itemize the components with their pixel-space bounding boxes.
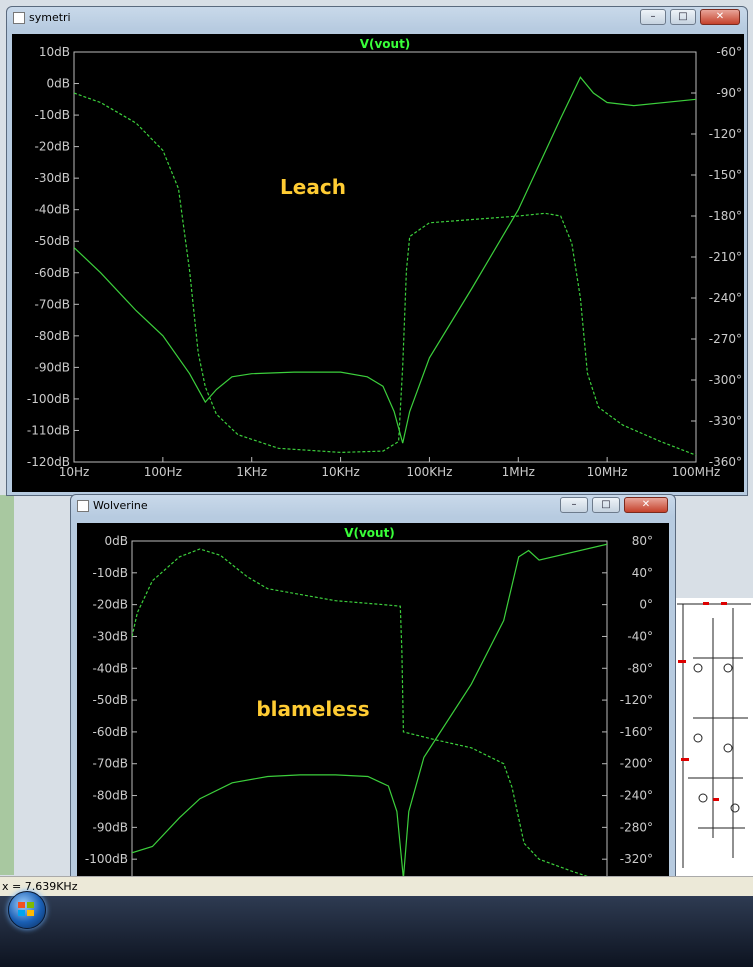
y-right-tick-label: -240° xyxy=(620,789,653,803)
y-right-tick-label: -270° xyxy=(709,332,742,346)
x-tick-label: 100Hz xyxy=(144,465,182,479)
y-right-tick-label: -120° xyxy=(709,127,742,141)
y-left-tick-label: 0dB xyxy=(105,534,128,548)
desktop-strip xyxy=(0,495,14,875)
maximize-button[interactable]: □ xyxy=(670,9,696,25)
y-right-tick-label: -80° xyxy=(627,661,653,675)
plot-frame xyxy=(73,51,697,463)
y-right-tick-label: -40° xyxy=(627,629,653,643)
chart-annotation: blameless xyxy=(256,697,369,721)
y-left-tick-label: -80dB xyxy=(93,789,128,803)
y-left-tick-label: -10dB xyxy=(93,566,128,580)
taskbar xyxy=(0,896,753,967)
y-left-tick-label: -100dB xyxy=(85,852,128,866)
y-left-tick-label: -70dB xyxy=(35,297,70,311)
y-right-tick-label: -360° xyxy=(709,455,742,469)
y-left-tick-label: -10dB xyxy=(35,108,70,122)
y-left-tick-label: -70dB xyxy=(93,757,128,771)
x-tick-label: 1KHz xyxy=(236,465,267,479)
y-right-tick-label: 40° xyxy=(632,566,653,580)
y-left-tick-label: -40dB xyxy=(35,203,70,217)
y-right-tick-label: -150° xyxy=(709,168,742,182)
y-left-tick-label: -40dB xyxy=(93,661,128,675)
y-left-tick-label: 0dB xyxy=(47,77,70,91)
minimize-button[interactable]: – xyxy=(560,497,588,513)
y-left-tick-label: -30dB xyxy=(93,629,128,643)
y-right-tick-label: 80° xyxy=(632,534,653,548)
maximize-button[interactable]: □ xyxy=(592,497,620,513)
y-left-tick-label: -120dB xyxy=(27,455,70,469)
y-right-tick-label: -320° xyxy=(620,852,653,866)
y-left-tick-label: -90dB xyxy=(93,820,128,834)
y-left-tick-label: -50dB xyxy=(35,234,70,248)
plot-area: V(vout)10Hz100Hz1KHz10KHz100KHz1MHz10MHz… xyxy=(77,523,669,919)
chart-title: V(vout) xyxy=(360,37,411,51)
y-left-tick-label: -30dB xyxy=(35,171,70,185)
y-right-tick-label: -300° xyxy=(709,373,742,387)
y-left-tick-label: -90dB xyxy=(35,360,70,374)
waveform-icon xyxy=(77,500,89,512)
x-tick-label: 100KHz xyxy=(406,465,452,479)
y-right-tick-label: 0° xyxy=(639,598,653,612)
waveform-icon xyxy=(13,12,25,24)
x-tick-label: 10KHz xyxy=(321,465,359,479)
y-left-tick-label: -50dB xyxy=(93,693,128,707)
y-left-tick-label: -60dB xyxy=(93,725,128,739)
x-tick-label: 10MHz xyxy=(587,465,628,479)
windows-logo-icon xyxy=(18,902,34,916)
y-right-tick-label: -330° xyxy=(709,414,742,428)
chart-title: V(vout) xyxy=(344,526,395,540)
y-right-tick-label: -120° xyxy=(620,693,653,707)
bode-plot-leach[interactable]: V(vout)10Hz 100Hz 1KHz 10KHz 100KHz 1MHz 10MHz… xyxy=(12,34,744,492)
bode-plot-blameless[interactable]: V(vout)10Hz100Hz1KHz10KHz100KHz1MHz10MHz… xyxy=(77,523,669,919)
window-title: Wolverine xyxy=(93,499,148,512)
y-left-tick-label: 10dB xyxy=(39,45,70,59)
phase-trace xyxy=(74,92,696,456)
y-right-tick-label: -90° xyxy=(716,86,742,100)
window-wolverine[interactable]: Wolverine – □ ✕ V(vout)10Hz100Hz1KHz10KH… xyxy=(70,494,676,926)
y-right-tick-label: -240° xyxy=(709,291,742,305)
y-left-tick-label: -80dB xyxy=(35,329,70,343)
y-left-tick-label: -20dB xyxy=(35,140,70,154)
y-right-tick-label: -280° xyxy=(620,820,653,834)
minimize-button[interactable]: – xyxy=(640,9,666,25)
close-button[interactable]: ✕ xyxy=(700,9,740,25)
status-bar: x = 7.639KHz xyxy=(0,876,753,896)
y-right-tick-label: -180° xyxy=(709,209,742,223)
y-left-tick-label: -20dB xyxy=(93,598,128,612)
schematic-background xyxy=(672,598,753,876)
y-right-tick-label: -200° xyxy=(620,757,653,771)
y-right-tick-label: -210° xyxy=(709,250,742,264)
plot-area: V(vout)10Hz100Hz1KHz10KHz100KHz1MHz10MHz… xyxy=(12,34,744,492)
x-tick-label: 1MHz xyxy=(502,465,535,479)
close-button[interactable]: ✕ xyxy=(624,497,668,513)
window-symetri[interactable]: symetri – □ ✕ V(vout) 10Hz 100Hz 1KHz 10KHz 1… xyxy=(6,6,748,496)
schematic-icon xyxy=(677,602,751,868)
window-title: symetri xyxy=(29,11,71,24)
y-left-tick-label: -110dB xyxy=(27,423,70,437)
y-left-tick-label: -60dB xyxy=(35,266,70,280)
y-right-tick-label: -160° xyxy=(620,725,653,739)
y-right-tick-label: -60° xyxy=(716,45,742,59)
magnitude-trace xyxy=(74,76,696,444)
chart-annotation: Leach xyxy=(280,175,346,199)
y-left-tick-label: -100dB xyxy=(27,392,70,406)
